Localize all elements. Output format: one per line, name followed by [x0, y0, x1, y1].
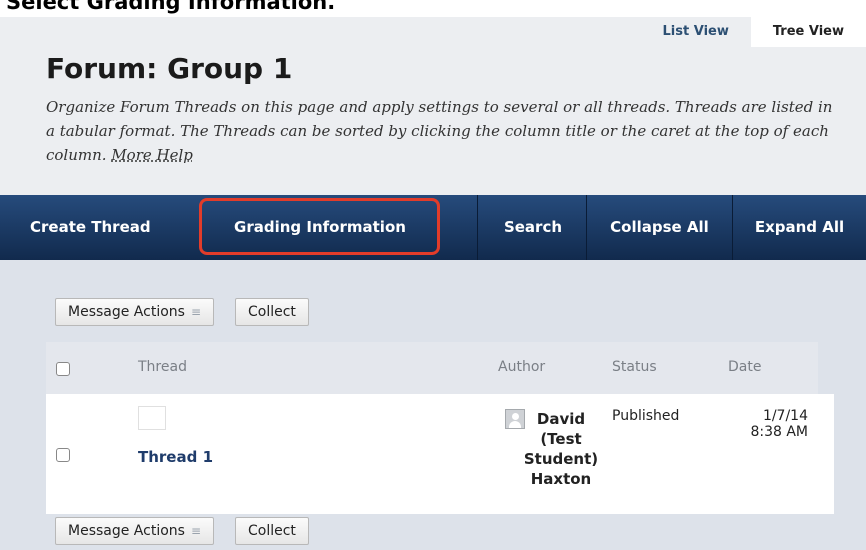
select-all-checkbox[interactable] — [56, 362, 70, 376]
status-column-header[interactable]: Status — [612, 359, 657, 375]
author-column-header[interactable]: Author — [498, 359, 545, 375]
create-thread-button[interactable]: Create Thread — [30, 195, 180, 260]
message-actions-button-top[interactable]: Message Actions ≡ — [55, 298, 215, 326]
date-column-header[interactable]: Date — [728, 359, 761, 375]
collect-button-bottom[interactable]: Collect — [235, 517, 309, 545]
page-title: Forum: Group 1 — [46, 52, 293, 85]
expand-all-button[interactable]: Expand All — [733, 195, 866, 260]
chevron-down-icon: ≡ — [190, 305, 202, 319]
author-name: David (Test Student) Haxton — [523, 410, 599, 488]
row-edge — [818, 394, 834, 514]
time-line: 8:38 AM — [750, 424, 808, 440]
table-header: Thread Author Status Date — [46, 342, 818, 394]
more-help-link[interactable]: More Help — [111, 146, 193, 164]
chevron-down-icon: ≡ — [190, 524, 202, 538]
instruction-caption: Select Grading Information. — [0, 0, 866, 17]
grading-information-highlight — [199, 198, 440, 255]
thread-link[interactable]: Thread 1 — [138, 448, 213, 466]
row-checkbox[interactable] — [56, 448, 70, 462]
toolbar-divider — [477, 195, 478, 260]
message-actions-button-bottom[interactable]: Message Actions ≡ — [55, 517, 215, 545]
view-tabs: List View Tree View — [641, 17, 866, 47]
search-button[interactable]: Search — [480, 195, 586, 260]
unread-indicator — [138, 406, 166, 430]
date-line: 1/7/14 — [762, 408, 808, 424]
status-value: Published — [612, 408, 680, 424]
collect-button-top[interactable]: Collect — [235, 298, 309, 326]
tab-tree-view[interactable]: Tree View — [750, 17, 866, 47]
page-description: Organize Forum Threads on this page and … — [46, 95, 836, 167]
date-value: 1/7/14 8:38 AM — [718, 408, 808, 440]
collapse-all-button[interactable]: Collapse All — [587, 195, 732, 260]
tab-list-view[interactable]: List View — [641, 17, 751, 47]
thread-column-header[interactable]: Thread — [138, 359, 187, 375]
table-row: Thread 1 David (Test Student) Haxton Pub… — [46, 394, 818, 514]
message-actions-label: Message Actions — [68, 304, 185, 320]
message-actions-label: Message Actions — [68, 523, 185, 539]
